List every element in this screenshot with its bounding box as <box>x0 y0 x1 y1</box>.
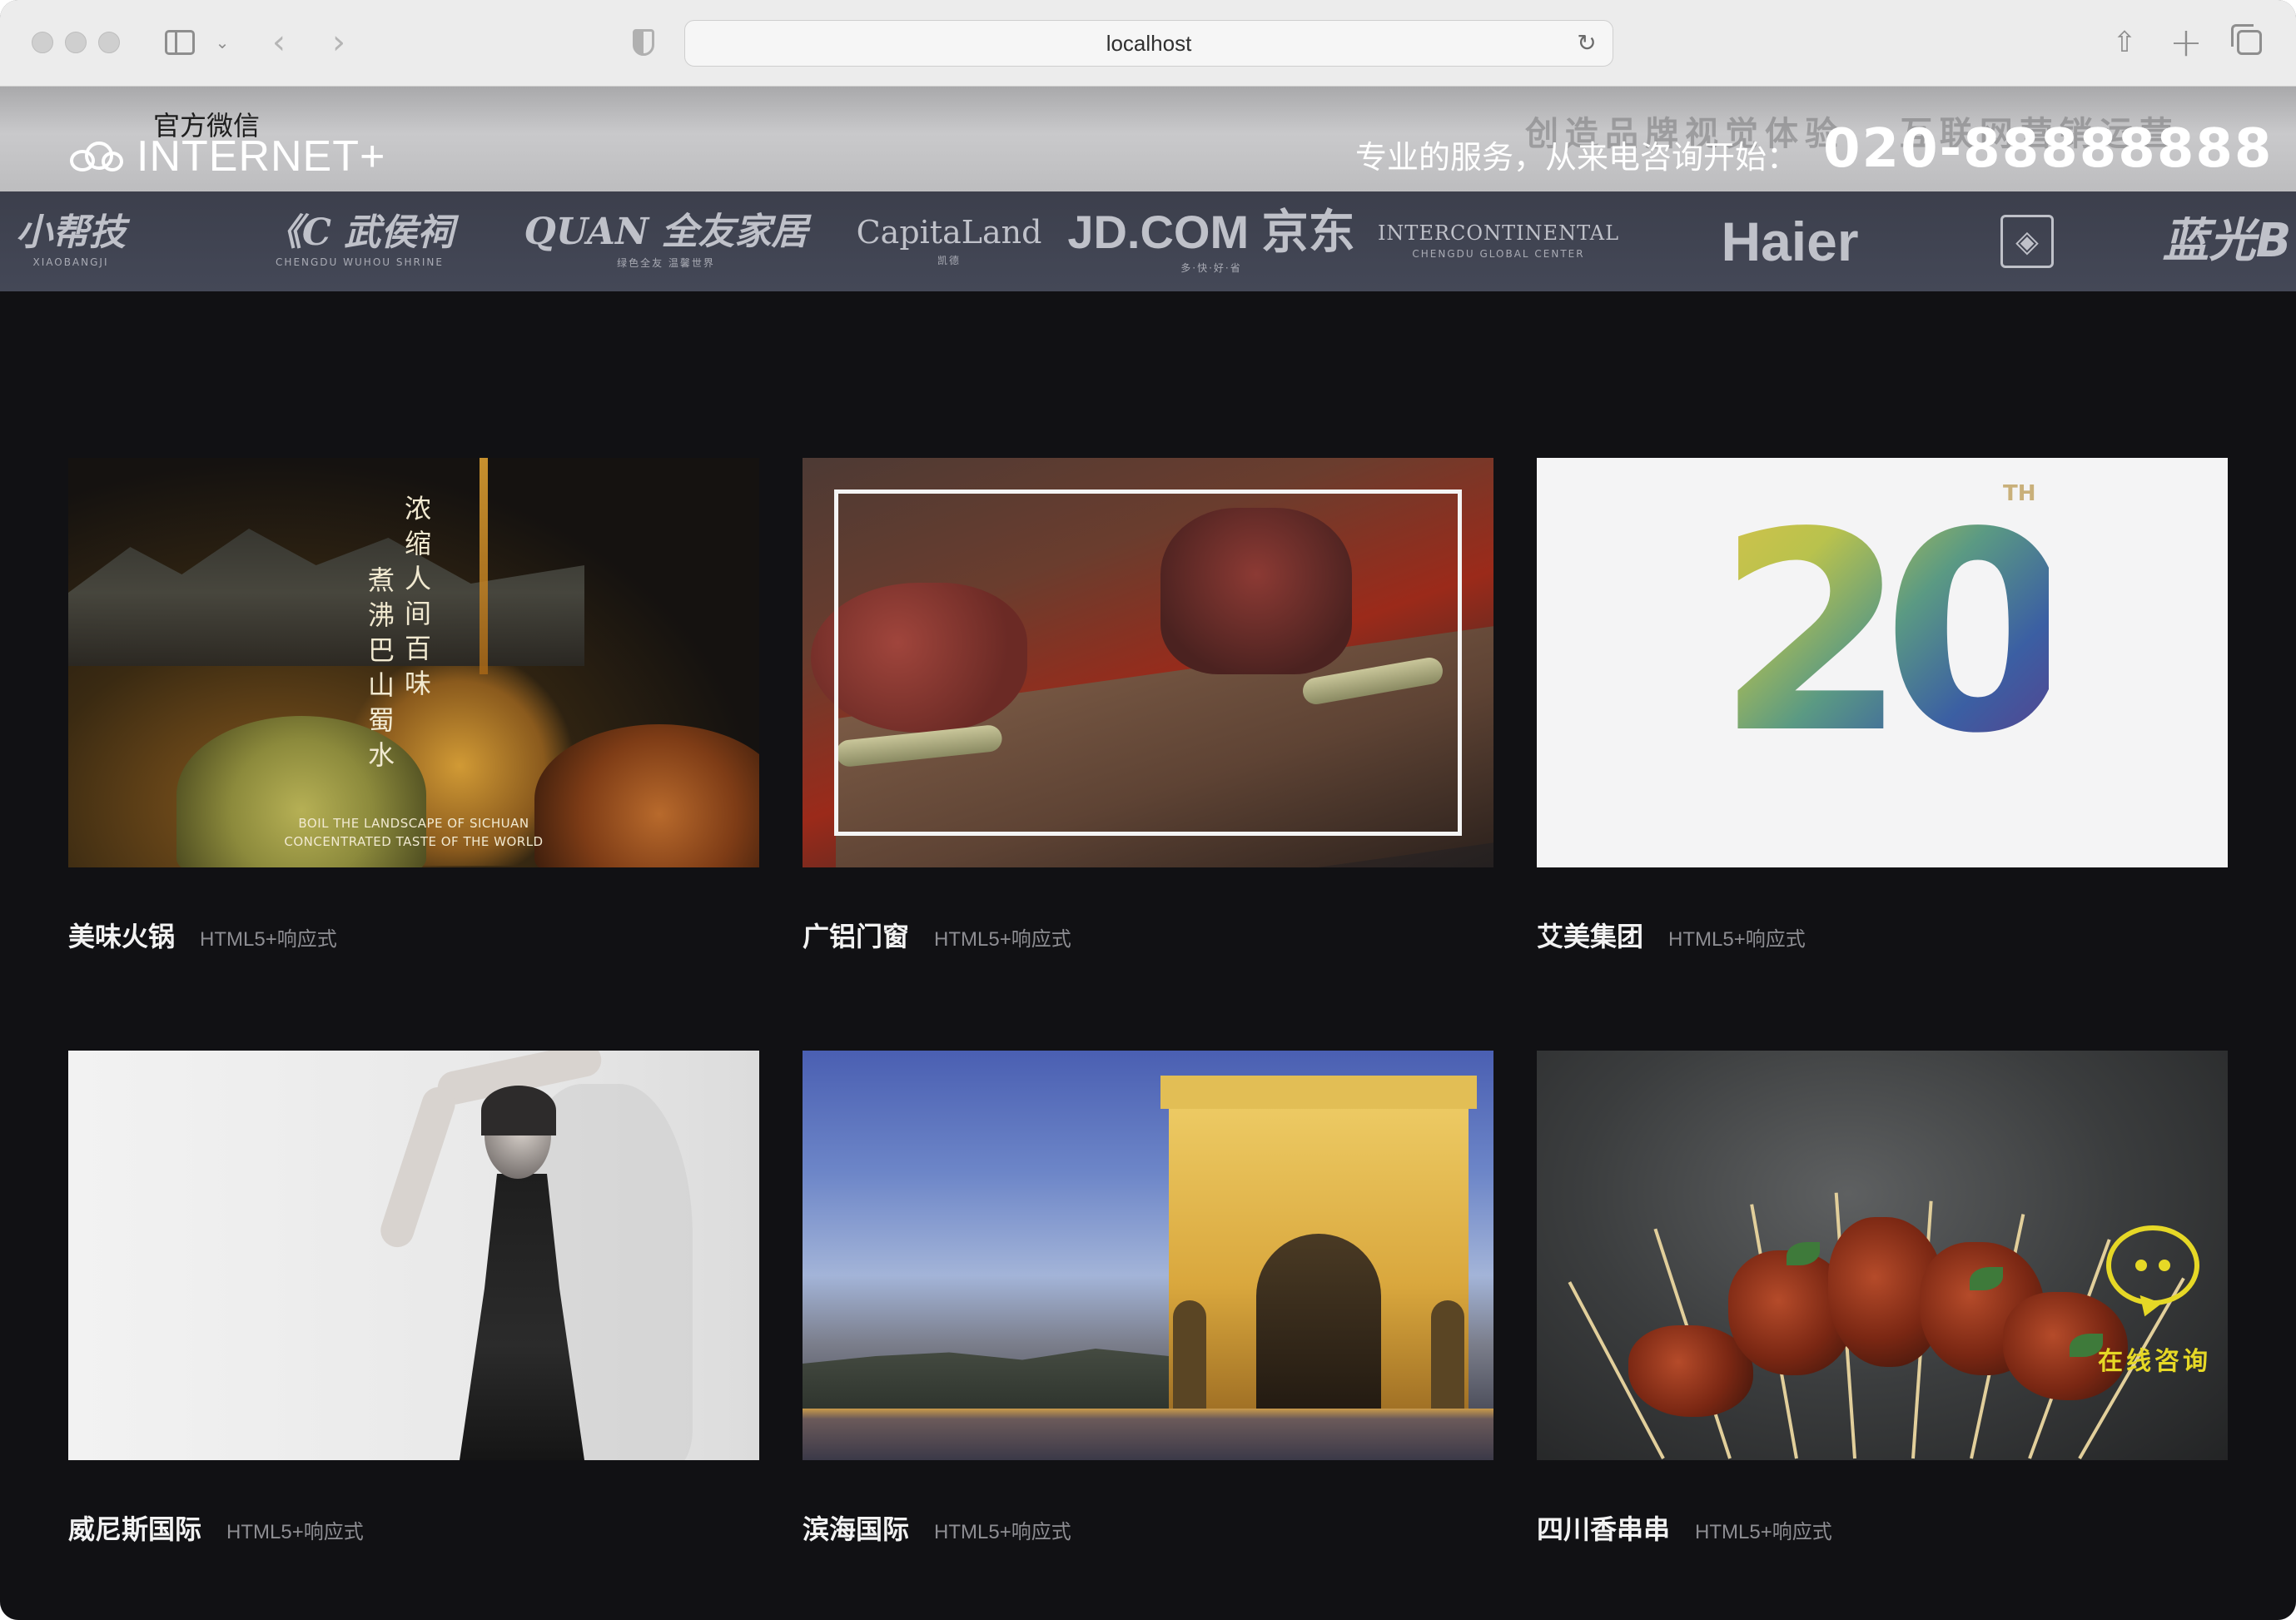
project-tag: HTML5+响应式 <box>934 928 1071 951</box>
project-title[interactable]: 艾美集团 <box>1537 916 1643 954</box>
client-logo-text: CapitaLand <box>856 213 1042 251</box>
project-title[interactable]: 美味火锅 <box>68 916 175 954</box>
client-logo-sub: CHENGDU GLOBAL CENTER <box>1412 248 1585 260</box>
project-title[interactable]: 广铝门窗 <box>803 916 909 954</box>
privacy-shield-icon[interactable] <box>629 25 658 60</box>
project-tag: HTML5+响应式 <box>1668 928 1806 951</box>
project-card-guanglv[interactable]: 广铝门窗 HTML5+响应式 <box>803 458 1493 952</box>
client-logo-sub: CHENGDU WUHOU SHRINE <box>276 256 444 268</box>
portfolio-grid: 浓缩人间百味 煮沸巴山蜀水 BOIL THE LANDSCAPE OF SICH… <box>0 291 2296 1620</box>
chat-bubble-icon[interactable] <box>2106 1225 2199 1305</box>
project-card-venice[interactable]: 威尼斯国际 HTML5+响应式 <box>68 1051 759 1545</box>
client-logo-text: INTERCONTINENTAL <box>1377 221 1620 245</box>
client-logo-quanu[interactable]: QUAN 全友家居 绿色全友 温馨世界 <box>524 191 808 291</box>
project-thumbnail[interactable]: 在线咨询 <box>1537 1051 2228 1460</box>
share-button[interactable]: ⇧ <box>2106 25 2143 60</box>
address-bar[interactable]: localhost ↻ <box>684 20 1613 67</box>
project-tag: HTML5+响应式 <box>200 928 337 951</box>
project-caption: 滨海国际 HTML5+响应式 <box>803 1508 1071 1547</box>
anniversary-number: 20 <box>1716 474 2073 793</box>
client-logo-intercontinental[interactable]: INTERCONTINENTAL CHENGDU GLOBAL CENTER <box>1378 191 1618 291</box>
client-logo-sub: 多·快·好·省 <box>1180 261 1242 274</box>
client-logo-text: JD.COM 京东 <box>1067 205 1355 258</box>
zoom-window-button[interactable] <box>98 32 120 53</box>
forward-button[interactable]: › <box>325 23 353 62</box>
project-thumbnail[interactable] <box>68 1051 759 1460</box>
client-logo-text: Haier <box>1721 211 1859 272</box>
hotline-number[interactable]: 020-88888888 <box>1823 118 2273 180</box>
minimize-window-button[interactable] <box>65 32 87 53</box>
service-text: 专业的服务，从来电咨询开始： <box>1355 139 1799 176</box>
browser-toolbar: ⌄ ‹ › localhost ↻ ⇧ + <box>0 0 2296 87</box>
poem-line-1: 浓缩人间百味 <box>400 494 432 704</box>
project-card-binhai[interactable]: 滨海国际 HTML5+响应式 <box>803 1051 1493 1545</box>
project-caption: 威尼斯国际 HTML5+响应式 <box>68 1508 364 1547</box>
tab-overview-button[interactable] <box>2231 24 2268 60</box>
back-button[interactable]: ‹ <box>265 23 293 62</box>
logo-text: INTERNET+ <box>137 132 386 181</box>
tabs-icon <box>2231 24 2262 55</box>
sidebar-icon <box>165 30 195 55</box>
project-card-chuanchuan[interactable]: 在线咨询 四川香串串 HTML5+响应式 <box>1537 1051 2228 1545</box>
client-logo-wuhou-shrine[interactable]: 《C 武侯祠 CHENGDU WUHOU SHRINE <box>218 191 501 291</box>
project-card-hotpot[interactable]: 浓缩人间百味 煮沸巴山蜀水 BOIL THE LANDSCAPE OF SICH… <box>68 458 759 952</box>
url-text: localhost <box>1106 30 1192 56</box>
reload-icon[interactable]: ↻ <box>1574 31 1599 56</box>
project-thumbnail[interactable]: 浓缩人间百味 煮沸巴山蜀水 BOIL THE LANDSCAPE OF SICH… <box>68 458 759 867</box>
project-thumbnail[interactable]: 20 TH <box>1537 458 2228 867</box>
browser-window: ⌄ ‹ › localhost ↻ ⇧ + 官方微信 INTERNET+ 创造品… <box>0 0 2296 1620</box>
project-tag: HTML5+响应式 <box>934 1521 1071 1543</box>
sidebar-toggle-button[interactable] <box>162 25 198 60</box>
online-consult-link[interactable]: 在线咨询 <box>2098 1340 2211 1377</box>
close-window-button[interactable] <box>32 32 53 53</box>
project-card-aimei[interactable]: 20 TH 艾美集团 HTML5+响应式 <box>1537 458 2228 952</box>
client-logo-sub: 凯德 <box>937 254 961 266</box>
site-logo[interactable]: INTERNET+ <box>70 132 385 181</box>
client-logo-text: QUAN 全友家居 <box>524 210 808 253</box>
project-title[interactable]: 滨海国际 <box>803 1508 909 1547</box>
client-logo-capitaland[interactable]: CapitaLand 凯德 <box>857 191 1042 291</box>
project-caption: 美味火锅 HTML5+响应式 <box>68 916 337 954</box>
client-logo-text: 蓝光B <box>2162 214 2292 268</box>
english-line-1: BOIL THE LANDSCAPE OF SICHUAN <box>298 816 529 831</box>
client-logo-emblem[interactable]: ◈ <box>1981 191 2073 291</box>
cloud-icon <box>70 140 125 173</box>
emblem-icon: ◈ <box>2000 215 2054 268</box>
project-thumbnail[interactable] <box>803 1051 1493 1460</box>
client-logo-text: 《C 武侯祠 <box>265 211 455 254</box>
project-caption: 艾美集团 HTML5+响应式 <box>1537 916 1806 954</box>
project-tag: HTML5+响应式 <box>1695 1521 1832 1543</box>
client-logo-jd[interactable]: JD.COM 京东 多·快·好·省 <box>1067 191 1354 291</box>
chevron-down-icon[interactable]: ⌄ <box>211 25 233 60</box>
project-thumbnail[interactable] <box>803 458 1493 867</box>
site-header: 官方微信 INTERNET+ 创造品牌视觉体验 · 互联网营销运营 专业的服务，… <box>0 87 2296 191</box>
project-tag: HTML5+响应式 <box>226 1521 364 1543</box>
project-caption: 广铝门窗 HTML5+响应式 <box>803 916 1071 954</box>
client-logo-languang[interactable]: 蓝光B <box>2131 191 2296 291</box>
client-logo-strip: 小帮技 XIAOBANGJI 《C 武侯祠 CHENGDU WUHOU SHRI… <box>0 191 2296 291</box>
client-logo-sub: 绿色全友 温馨世界 <box>617 256 715 269</box>
anniversary-suffix: TH <box>2003 481 2036 506</box>
project-title[interactable]: 威尼斯国际 <box>68 1508 201 1547</box>
project-caption: 四川香串串 HTML5+响应式 <box>1537 1508 1832 1547</box>
client-logo-haier[interactable]: Haier <box>1698 191 1881 291</box>
english-line-2: CONCENTRATED TASTE OF THE WORLD <box>284 834 544 849</box>
client-logo-xiaobangji[interactable]: 小帮技 XIAOBANGJI <box>0 191 150 291</box>
poem-line-2: 煮沸巴山蜀水 <box>364 566 395 776</box>
client-logo-text: 小帮技 <box>16 211 126 254</box>
client-logo-sub: XIAOBANGJI <box>32 256 109 268</box>
project-title[interactable]: 四川香串串 <box>1537 1508 1670 1547</box>
new-tab-button[interactable]: + <box>2168 19 2204 66</box>
